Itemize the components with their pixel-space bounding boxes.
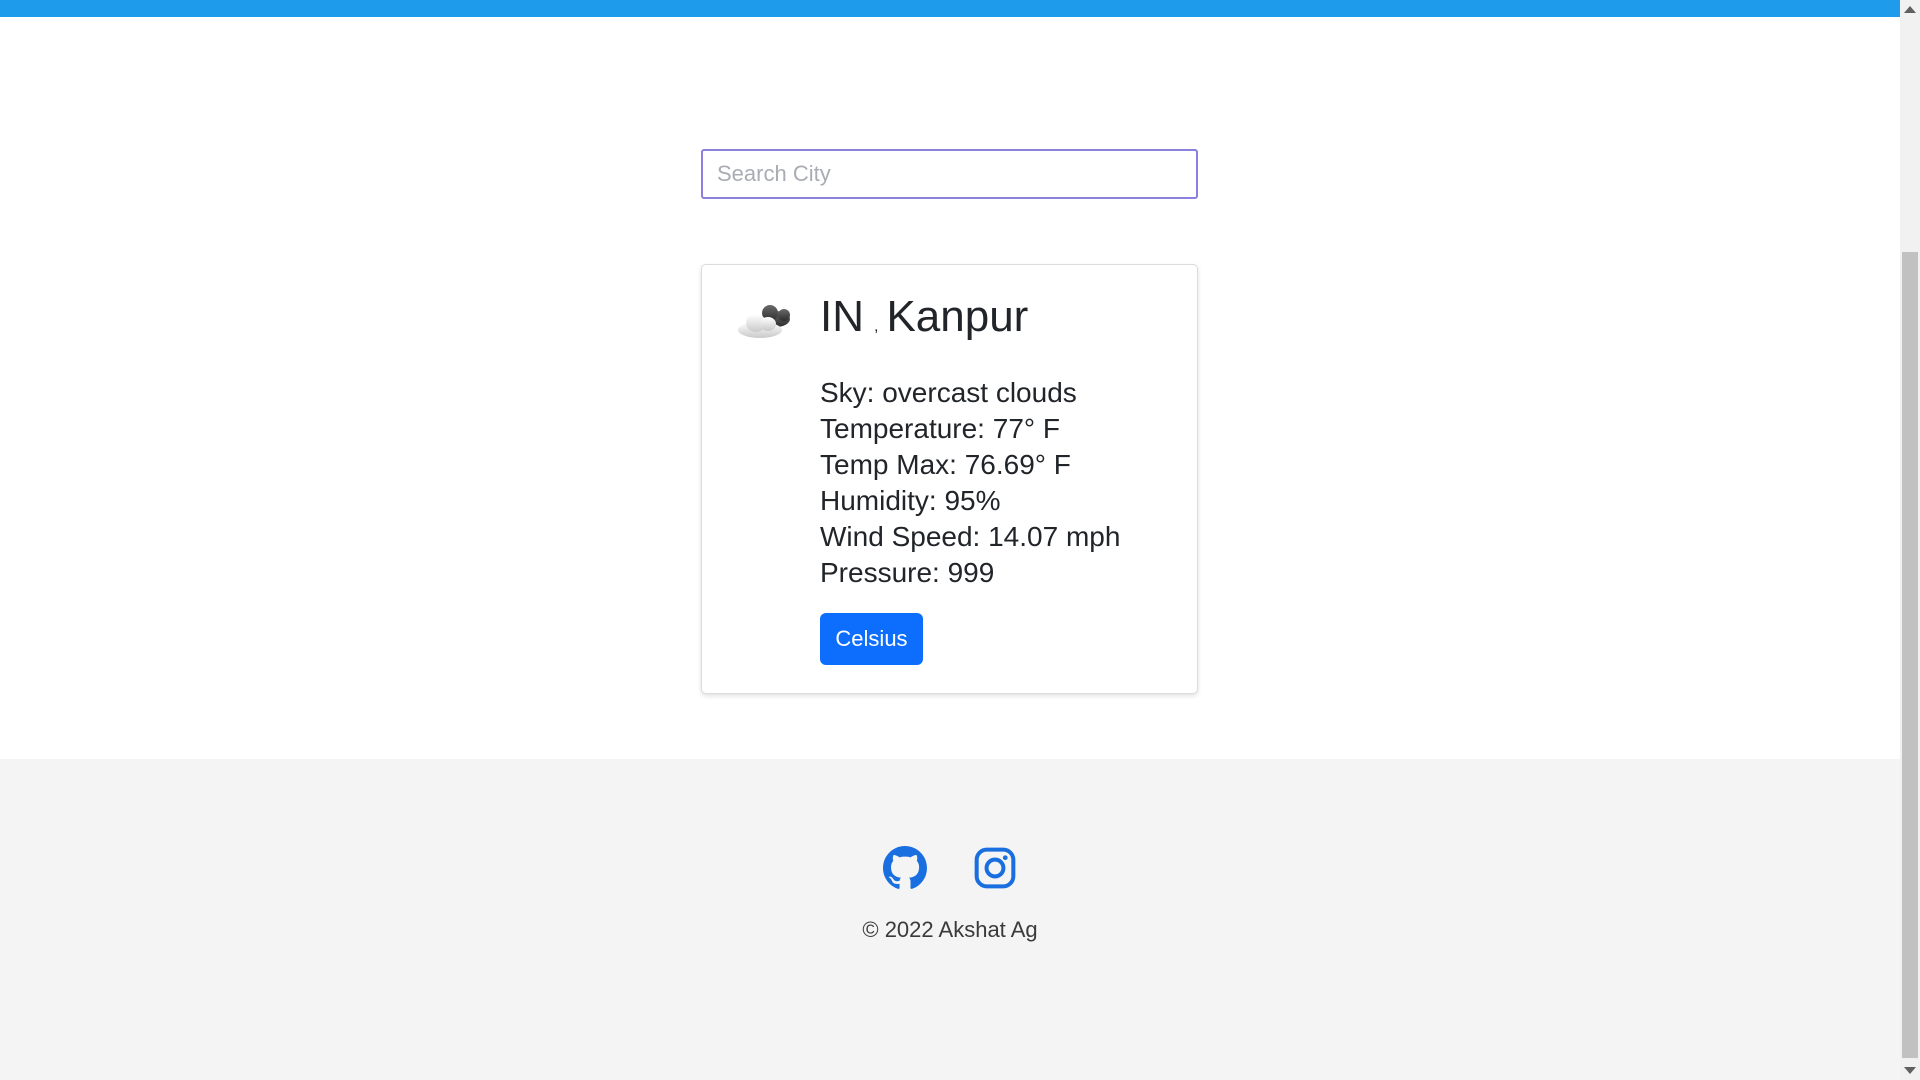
search-city-input[interactable]	[701, 149, 1198, 199]
scroll-up-arrow-icon[interactable]	[1904, 6, 1916, 13]
temperature: Temperature: 77° F	[820, 413, 1060, 444]
instagram-icon[interactable]	[973, 846, 1017, 890]
humidity: Humidity: 95%	[820, 485, 1001, 516]
temp-max: Temp Max: 76.69° F	[820, 449, 1071, 480]
scrollbar-thumb[interactable]	[1902, 252, 1918, 1058]
copyright-text: © 2022 Akshat Ag	[862, 917, 1038, 942]
scroll-down-arrow-icon[interactable]	[1904, 1067, 1916, 1074]
pressure: Pressure: 999	[820, 557, 995, 588]
country-code: IN	[820, 292, 864, 341]
weather-card: IN, Kanpur Sky: overcast clouds Temperatu…	[701, 264, 1198, 694]
github-icon[interactable]	[883, 846, 927, 890]
overcast-clouds-icon	[738, 305, 790, 338]
location-heading: IN, Kanpur	[820, 291, 1028, 344]
location-separator: ,	[874, 318, 879, 335]
vertical-scrollbar[interactable]	[1900, 0, 1920, 1080]
city-name: Kanpur	[886, 292, 1029, 341]
sky-condition: Sky: overcast clouds	[820, 377, 1077, 408]
weather-details: Sky: overcast clouds Temperature: 77° F …	[820, 375, 1120, 591]
page: IN, Kanpur Sky: overcast clouds Temperatu…	[0, 0, 1900, 1080]
celsius-toggle-button[interactable]: Celsius	[820, 613, 923, 665]
wind-speed: Wind Speed: 14.07 mph	[820, 521, 1121, 552]
search-container	[701, 149, 1198, 199]
top-accent-bar	[0, 0, 1900, 17]
